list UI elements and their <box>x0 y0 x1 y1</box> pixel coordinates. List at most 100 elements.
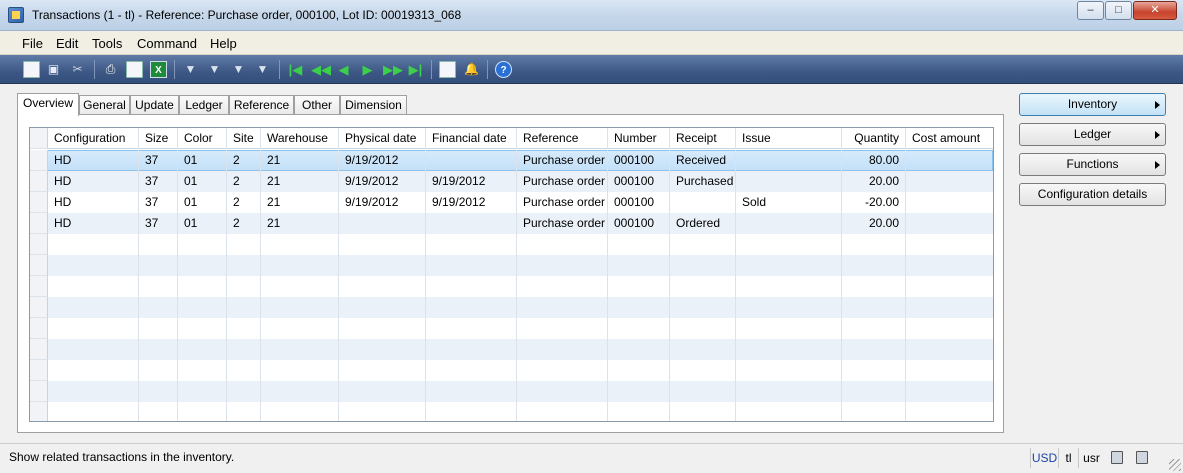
table-cell[interactable] <box>842 402 906 421</box>
print-preview-icon[interactable] <box>126 61 143 78</box>
table-cell[interactable] <box>426 360 517 381</box>
table-cell[interactable]: 37 <box>139 192 178 213</box>
empty-row[interactable] <box>30 402 993 421</box>
row-selector[interactable] <box>30 318 48 339</box>
table-cell[interactable] <box>670 255 736 276</box>
tab-general[interactable]: General <box>79 95 130 115</box>
tab-dimension[interactable]: Dimension <box>340 95 407 115</box>
table-cell[interactable] <box>517 297 608 318</box>
table-cell[interactable] <box>227 381 261 402</box>
table-cell[interactable] <box>339 381 426 402</box>
table-cell[interactable] <box>178 402 227 421</box>
table-cell[interactable]: 37 <box>139 171 178 192</box>
table-cell[interactable]: 20.00 <box>842 171 906 192</box>
table-cell[interactable] <box>339 360 426 381</box>
table-cell[interactable] <box>670 192 736 213</box>
company-indicator[interactable]: tl <box>1058 448 1078 468</box>
table-cell[interactable]: 37 <box>139 213 178 234</box>
table-cell[interactable]: Purchase order <box>517 150 608 171</box>
table-cell[interactable]: 9/19/2012 <box>339 150 426 171</box>
table-cell[interactable] <box>178 318 227 339</box>
table-cell[interactable] <box>608 360 670 381</box>
table-cell[interactable]: 2 <box>227 171 261 192</box>
table-cell[interactable] <box>517 339 608 360</box>
table-cell[interactable] <box>736 234 842 255</box>
empty-row[interactable] <box>30 276 993 297</box>
table-cell[interactable] <box>736 297 842 318</box>
table-cell[interactable]: 37 <box>139 150 178 171</box>
table-cell[interactable] <box>517 360 608 381</box>
new-icon[interactable] <box>23 61 40 78</box>
table-cell[interactable] <box>906 234 993 255</box>
table-cell[interactable] <box>426 276 517 297</box>
table-row[interactable]: HD 37 01 2 21 Purchase order 000100 Ordered 20.0… <box>30 213 993 234</box>
table-cell[interactable] <box>670 234 736 255</box>
table-cell[interactable] <box>227 255 261 276</box>
table-cell[interactable]: 000100 <box>608 213 670 234</box>
table-cell[interactable]: 01 <box>178 150 227 171</box>
table-cell[interactable] <box>670 402 736 421</box>
print-icon[interactable]: ⎙ <box>102 61 119 78</box>
table-cell[interactable] <box>261 297 339 318</box>
table-cell[interactable] <box>178 381 227 402</box>
help-icon[interactable]: ? <box>495 61 512 78</box>
table-cell[interactable] <box>227 402 261 421</box>
table-cell[interactable] <box>178 276 227 297</box>
table-cell[interactable] <box>139 276 178 297</box>
inventory-button[interactable]: Inventory <box>1019 93 1166 116</box>
close-button[interactable]: ✕ <box>1133 1 1177 20</box>
table-cell[interactable] <box>608 381 670 402</box>
empty-row[interactable] <box>30 381 993 402</box>
table-cell[interactable] <box>906 192 993 213</box>
table-cell[interactable] <box>178 339 227 360</box>
menu-file[interactable]: File <box>22 36 43 51</box>
table-cell[interactable] <box>48 339 139 360</box>
table-cell[interactable] <box>227 234 261 255</box>
table-cell[interactable] <box>517 255 608 276</box>
table-cell[interactable] <box>261 255 339 276</box>
table-cell[interactable]: 21 <box>261 192 339 213</box>
table-cell[interactable] <box>339 213 426 234</box>
table-cell[interactable] <box>227 276 261 297</box>
row-selector[interactable] <box>30 234 48 255</box>
table-cell[interactable] <box>339 276 426 297</box>
table-cell[interactable] <box>608 276 670 297</box>
table-cell[interactable] <box>261 339 339 360</box>
table-cell[interactable] <box>426 402 517 421</box>
table-cell[interactable] <box>608 297 670 318</box>
table-cell[interactable] <box>426 255 517 276</box>
tab-reference[interactable]: Reference <box>229 95 294 115</box>
table-cell[interactable]: HD <box>48 150 139 171</box>
table-cell[interactable] <box>608 255 670 276</box>
table-cell[interactable] <box>670 276 736 297</box>
table-cell[interactable] <box>178 297 227 318</box>
last-record-icon[interactable]: ▶| <box>407 61 424 78</box>
column-header[interactable]: Cost amount <box>906 128 993 149</box>
table-row[interactable]: HD 37 01 2 21 9/19/2012 9/19/2012 Purchase orde… <box>30 192 993 213</box>
table-cell[interactable] <box>178 234 227 255</box>
table-cell[interactable]: Received <box>670 150 736 171</box>
table-cell[interactable] <box>227 360 261 381</box>
row-selector[interactable] <box>30 192 48 213</box>
table-cell[interactable] <box>736 213 842 234</box>
ledger-button[interactable]: Ledger <box>1019 123 1166 146</box>
attach-document-icon[interactable] <box>439 61 456 78</box>
tab-other[interactable]: Other <box>294 95 340 115</box>
table-cell[interactable] <box>139 234 178 255</box>
empty-row[interactable] <box>30 339 993 360</box>
delete-icon[interactable]: ✂ <box>69 61 86 78</box>
table-cell[interactable] <box>339 402 426 421</box>
table-cell[interactable] <box>906 297 993 318</box>
table-cell[interactable]: 21 <box>261 171 339 192</box>
table-cell[interactable]: 01 <box>178 192 227 213</box>
table-cell[interactable]: 000100 <box>608 171 670 192</box>
table-cell[interactable] <box>670 360 736 381</box>
column-header[interactable]: Financial date <box>426 128 517 149</box>
table-cell[interactable] <box>48 318 139 339</box>
table-cell[interactable]: 9/19/2012 <box>426 192 517 213</box>
table-cell[interactable] <box>426 318 517 339</box>
table-cell[interactable] <box>670 381 736 402</box>
table-cell[interactable]: Purchased <box>670 171 736 192</box>
table-cell[interactable] <box>736 318 842 339</box>
table-cell[interactable] <box>736 402 842 421</box>
